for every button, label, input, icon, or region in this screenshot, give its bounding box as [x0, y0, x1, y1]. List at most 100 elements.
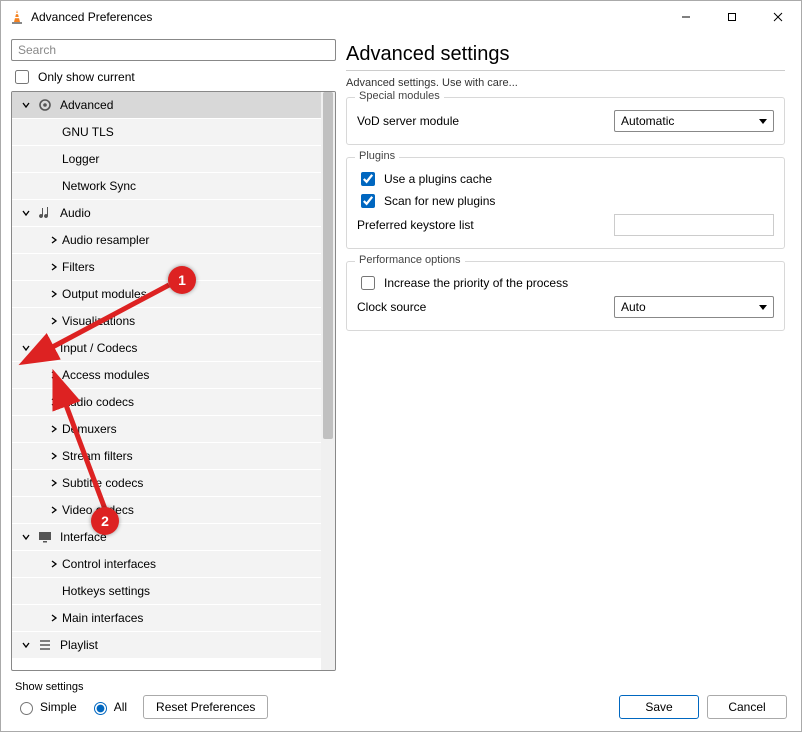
- tree-item-label: Logger: [60, 152, 99, 166]
- tree-item[interactable]: Visualizations: [12, 308, 321, 335]
- tree-item[interactable]: Logger: [12, 146, 321, 173]
- tree-item[interactable]: Audio resampler: [12, 227, 321, 254]
- vod-server-value: Automatic: [621, 114, 674, 128]
- title-separator: [346, 70, 785, 71]
- tree-item[interactable]: Audio: [12, 200, 321, 227]
- tree-item-label: Audio codecs: [60, 395, 134, 409]
- tree-item-label: GNU TLS: [60, 125, 114, 139]
- group-performance: Performance options Increase the priorit…: [346, 261, 785, 331]
- tree-item[interactable]: Playlist: [12, 632, 321, 659]
- chevron-down-icon[interactable]: [20, 532, 32, 542]
- tree-item[interactable]: Output modules: [12, 281, 321, 308]
- vod-server-label: VoD server module: [357, 114, 606, 128]
- chevron-right-icon[interactable]: [48, 370, 60, 380]
- chevron-right-icon[interactable]: [48, 613, 60, 623]
- reset-preferences-button[interactable]: Reset Preferences: [143, 695, 268, 719]
- scan-new-plugins-label: Scan for new plugins: [384, 194, 495, 208]
- tree-item-label: Output modules: [60, 287, 147, 301]
- tree-item-label: Filters: [60, 260, 95, 274]
- chevron-right-icon[interactable]: [48, 316, 60, 326]
- tree-item[interactable]: Audio codecs: [12, 389, 321, 416]
- increase-priority-box[interactable]: [361, 276, 375, 290]
- tree-item-label: Interface: [58, 530, 107, 544]
- tree-item-label: Video codecs: [60, 503, 134, 517]
- tree-scrollbar[interactable]: [321, 92, 335, 670]
- vlc-cone-icon: [9, 9, 25, 25]
- chevron-down-icon[interactable]: [20, 100, 32, 110]
- audio-icon: [36, 204, 54, 222]
- codecs-icon: [36, 339, 54, 357]
- only-show-current-box[interactable]: [15, 70, 29, 84]
- use-plugins-cache-box[interactable]: [361, 172, 375, 186]
- close-button[interactable]: [755, 2, 801, 32]
- tree-item[interactable]: Subtitle codecs: [12, 470, 321, 497]
- tree-item-label: Stream filters: [60, 449, 133, 463]
- tree-item-label: Visualizations: [60, 314, 135, 328]
- tree-item[interactable]: Network Sync: [12, 173, 321, 200]
- chevron-right-icon[interactable]: [48, 478, 60, 488]
- keystore-input[interactable]: [614, 214, 774, 236]
- left-pane: Search Only show current Advanced GNU TLS…: [11, 39, 336, 671]
- increase-priority-checkbox[interactable]: Increase the priority of the process: [357, 272, 774, 294]
- cancel-button[interactable]: Cancel: [707, 695, 787, 719]
- tree-item[interactable]: Input / Codecs: [12, 335, 321, 362]
- clock-source-value: Auto: [621, 300, 646, 314]
- show-settings-label: Show settings: [15, 681, 268, 693]
- chevron-right-icon[interactable]: [48, 451, 60, 461]
- scan-new-plugins-box[interactable]: [361, 194, 375, 208]
- tree-item[interactable]: Interface: [12, 524, 321, 551]
- tree-item[interactable]: Access modules: [12, 362, 321, 389]
- clock-source-label: Clock source: [357, 300, 606, 314]
- maximize-button[interactable]: [709, 2, 755, 32]
- interface-icon: [36, 528, 54, 546]
- chevron-right-icon[interactable]: [48, 235, 60, 245]
- minimize-button[interactable]: [663, 2, 709, 32]
- radio-all[interactable]: All: [89, 699, 127, 715]
- tree-item-label: Hotkeys settings: [60, 584, 150, 598]
- tree-item[interactable]: GNU TLS: [12, 119, 321, 146]
- tree-item-label: Access modules: [60, 368, 149, 382]
- scan-new-plugins-checkbox[interactable]: Scan for new plugins: [357, 190, 774, 212]
- chevron-down-icon[interactable]: [20, 343, 32, 353]
- legend-performance: Performance options: [355, 254, 465, 266]
- tree-item-label: Playlist: [58, 638, 98, 652]
- chevron-right-icon[interactable]: [48, 262, 60, 272]
- preferences-tree: AdvancedGNU TLSLoggerNetwork SyncAudioAu…: [11, 91, 336, 671]
- chevron-right-icon[interactable]: [48, 289, 60, 299]
- chevron-right-icon[interactable]: [48, 397, 60, 407]
- chevron-right-icon[interactable]: [48, 505, 60, 515]
- footer: Show settings Simple All Reset Preferenc…: [1, 679, 801, 731]
- use-plugins-cache-checkbox[interactable]: Use a plugins cache: [357, 168, 774, 190]
- gear-icon: [36, 96, 54, 114]
- page-title: Advanced settings: [346, 43, 785, 66]
- window-buttons: [663, 2, 801, 32]
- clock-source-combo[interactable]: Auto: [614, 296, 774, 318]
- only-show-current-checkbox[interactable]: Only show current: [11, 67, 336, 87]
- tree-item[interactable]: Stream filters: [12, 443, 321, 470]
- only-show-current-label: Only show current: [38, 70, 135, 84]
- tree-item-label: Subtitle codecs: [60, 476, 143, 490]
- tree-item[interactable]: Video codecs: [12, 497, 321, 524]
- legend-special-modules: Special modules: [355, 90, 444, 102]
- tree-item[interactable]: Control interfaces: [12, 551, 321, 578]
- playlist-icon: [36, 636, 54, 654]
- chevron-down-icon[interactable]: [20, 640, 32, 650]
- vod-server-combo[interactable]: Automatic: [614, 110, 774, 132]
- chevron-right-icon[interactable]: [48, 424, 60, 434]
- page-description: Advanced settings. Use with care...: [346, 77, 785, 89]
- radio-simple[interactable]: Simple: [15, 699, 77, 715]
- tree-item[interactable]: Hotkeys settings: [12, 578, 321, 605]
- tree-item-label: Network Sync: [60, 179, 136, 193]
- search-input[interactable]: Search: [11, 39, 336, 61]
- tree-item[interactable]: Advanced: [12, 92, 321, 119]
- save-button[interactable]: Save: [619, 695, 699, 719]
- chevron-down-icon[interactable]: [20, 208, 32, 218]
- chevron-down-icon: [759, 300, 767, 314]
- legend-plugins: Plugins: [355, 150, 399, 162]
- tree-item[interactable]: Filters: [12, 254, 321, 281]
- chevron-right-icon[interactable]: [48, 559, 60, 569]
- use-plugins-cache-label: Use a plugins cache: [384, 172, 492, 186]
- tree-item-label: Input / Codecs: [58, 341, 137, 355]
- tree-item[interactable]: Main interfaces: [12, 605, 321, 632]
- tree-item[interactable]: Demuxers: [12, 416, 321, 443]
